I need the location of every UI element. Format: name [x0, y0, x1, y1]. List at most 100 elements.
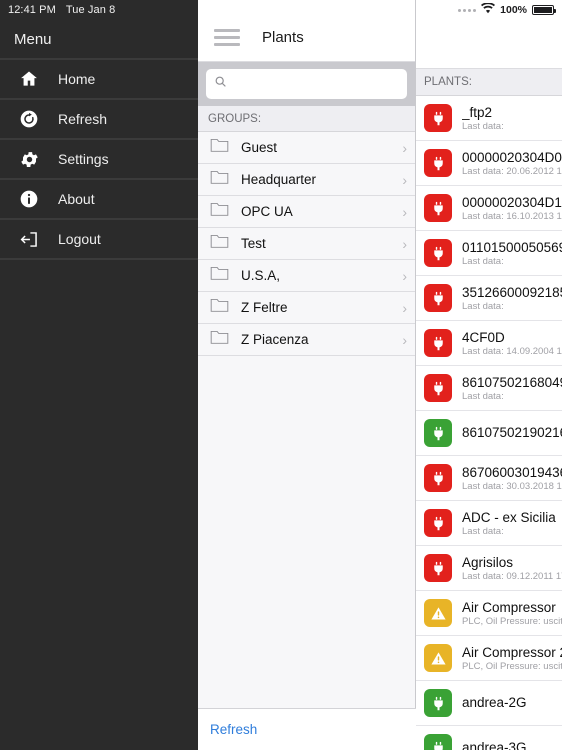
sidebar-item-refresh[interactable]: Refresh: [0, 100, 198, 138]
group-row-guest[interactable]: Guest ›: [198, 132, 415, 164]
folder-icon: [210, 329, 229, 350]
chevron-right-icon: ›: [402, 299, 407, 316]
plant-row[interactable]: ADC - ex Sicilia Last data:: [416, 501, 562, 546]
warning-triangle-icon: [424, 644, 452, 672]
plant-subtitle: Last data: 14.09.2004 11:54: [462, 345, 562, 357]
plug-icon: [424, 419, 452, 447]
folder-icon: [210, 137, 229, 158]
plug-icon: [424, 239, 452, 267]
plant-subtitle: Last data:: [462, 300, 504, 312]
plant-name: 4CF0D: [462, 329, 505, 345]
chevron-right-icon: ›: [402, 331, 407, 348]
group-label: Guest: [241, 140, 278, 155]
plant-name: Air Compressor: [462, 599, 556, 615]
plant-name: _ftp2: [462, 104, 493, 120]
plant-name: Agrisilos: [462, 554, 514, 570]
folder-icon: [210, 169, 229, 190]
sidebar-item-about[interactable]: About: [0, 180, 198, 218]
sidebar-item-label: Settings: [58, 151, 109, 167]
plant-row[interactable]: Air Compressor PLC, Oil Pressure: uscita…: [416, 591, 562, 636]
folder-icon: [210, 201, 229, 222]
plant-row[interactable]: 00000020304D07 Last data: 20.06.2012 17:…: [416, 141, 562, 186]
groups-panel: Plants GROUPS: Guest › Headquarter › OPC…: [198, 0, 416, 750]
plant-row[interactable]: 861075021680491 Last data:: [416, 366, 562, 411]
sidebar-item-label: Refresh: [58, 111, 108, 127]
plant-name: 00000020304D07: [462, 149, 562, 165]
chevron-right-icon: ›: [402, 235, 407, 252]
refresh-button[interactable]: Refresh: [210, 722, 257, 737]
search-box[interactable]: [206, 69, 407, 99]
gear-icon: [18, 148, 40, 170]
plants-section-header: PLANTS:: [416, 68, 562, 96]
plant-row[interactable]: 4CF0D Last data: 14.09.2004 11:54: [416, 321, 562, 366]
plant-row[interactable]: _ftp2 Last data:: [416, 96, 562, 141]
sidebar-status-bar: 12:41 PM Tue Jan 8: [0, 0, 198, 20]
plant-name: Air Compressor 2: [462, 644, 562, 660]
sidebar-item-logout[interactable]: Logout: [0, 220, 198, 258]
folder-icon: [210, 297, 229, 318]
plant-subtitle: Last data: 30.03.2018 12:10: [462, 480, 562, 492]
plant-row[interactable]: andrea-2G: [416, 681, 562, 726]
sidebar: 12:41 PM Tue Jan 8 Menu Home Refresh Set…: [0, 0, 198, 750]
signal-dots-icon: [458, 8, 477, 12]
plant-name: 861075021902168: [462, 425, 562, 440]
plug-icon: [424, 689, 452, 717]
group-label: Test: [241, 236, 266, 251]
group-row-usa[interactable]: U.S.A, ›: [198, 260, 415, 292]
group-row-headquarter[interactable]: Headquarter ›: [198, 164, 415, 196]
plants-list: _ftp2 Last data: 00000020304D07 Last dat…: [416, 96, 562, 750]
hamburger-icon[interactable]: [214, 29, 240, 46]
plant-name: 861075021680491: [462, 374, 562, 390]
plant-row[interactable]: Agrisilos Last data: 09.12.2011 17:20: [416, 546, 562, 591]
sidebar-item-settings[interactable]: Settings: [0, 140, 198, 178]
plant-name: 351266000921850: [462, 284, 562, 300]
sidebar-title: Menu: [14, 30, 52, 48]
warning-triangle-icon: [424, 599, 452, 627]
plant-row[interactable]: andrea-3G: [416, 726, 562, 750]
folder-icon: [210, 233, 229, 254]
plant-name: 011015000505690: [462, 239, 562, 255]
logout-icon: [18, 228, 40, 250]
plant-name: andrea-2G: [462, 695, 527, 710]
search-input[interactable]: [233, 77, 399, 91]
sidebar-item-home[interactable]: Home: [0, 60, 198, 98]
group-row-z-piacenza[interactable]: Z Piacenza ›: [198, 324, 415, 356]
plant-row[interactable]: 00000020304D1E Last data: 16.10.2013 16:…: [416, 186, 562, 231]
info-icon: [18, 188, 40, 210]
plant-row[interactable]: 351266000921850 Last data:: [416, 276, 562, 321]
groups-toolbar: Refresh: [198, 708, 416, 750]
plant-subtitle: PLC, Oil Pressure: uscita sc: [462, 615, 562, 627]
chevron-right-icon: ›: [402, 203, 407, 220]
chevron-right-icon: ›: [402, 267, 407, 284]
group-row-test[interactable]: Test ›: [198, 228, 415, 260]
plant-row[interactable]: 861075021902168: [416, 411, 562, 456]
plant-subtitle: Last data:: [462, 255, 504, 267]
plant-name: 867060030194365: [462, 464, 562, 480]
group-label: Z Piacenza: [241, 332, 309, 347]
plant-subtitle: Last data: 20.06.2012 17:15: [462, 165, 562, 177]
plug-icon: [424, 554, 452, 582]
plant-subtitle: Last data:: [462, 120, 504, 132]
plant-row[interactable]: Air Compressor 2 PLC, Oil Pressure: usci…: [416, 636, 562, 681]
plant-row[interactable]: 867060030194365 Last data: 30.03.2018 12…: [416, 456, 562, 501]
plug-icon: [424, 329, 452, 357]
wifi-icon: [481, 1, 496, 19]
sidebar-header: Menu: [0, 20, 198, 58]
plug-icon: [424, 509, 452, 537]
plug-icon: [424, 284, 452, 312]
battery-percent: 100%: [500, 4, 527, 16]
groups-section-header: GROUPS:: [198, 106, 415, 132]
group-row-z-feltre[interactable]: Z Feltre ›: [198, 292, 415, 324]
plant-row[interactable]: 011015000505690 Last data:: [416, 231, 562, 276]
plants-panel: 100% PLANTS: _ftp2 Last data: 0000002030…: [416, 0, 562, 750]
status-date: Tue Jan 8: [65, 4, 116, 16]
plant-name: 00000020304D1E: [462, 194, 562, 210]
group-row-opc-ua[interactable]: OPC UA ›: [198, 196, 415, 228]
group-label: OPC UA: [241, 204, 293, 219]
groups-navbar: Plants: [198, 0, 415, 62]
chevron-right-icon: ›: [402, 171, 407, 188]
page-title: Plants: [262, 29, 304, 46]
plant-subtitle: Last data:: [462, 525, 504, 537]
sidebar-divider: [0, 258, 198, 260]
plant-subtitle: Last data: 09.12.2011 17:20: [462, 570, 562, 582]
